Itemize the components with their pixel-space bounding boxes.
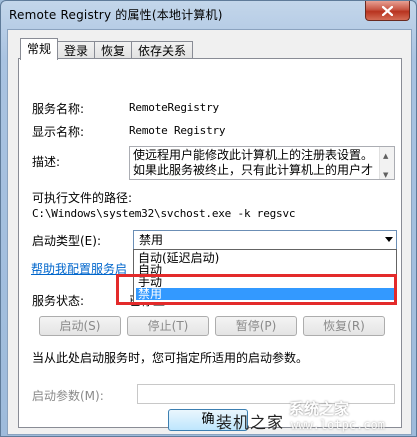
scroll-up-icon[interactable]: ▲ <box>383 149 388 164</box>
watermark-text-2: 系统之家 <box>289 400 350 418</box>
startup-type-value: 禁用 <box>139 233 164 247</box>
properties-window: Remote Registry 的属性(本地计算机) 常规 登录 恢复 依存关系… <box>0 0 417 437</box>
start-button[interactable]: 启动(S) <box>39 316 121 336</box>
startup-type-dropdown: 自动(延迟启动) 自动 手动 禁用 <box>133 249 397 303</box>
description-textbox[interactable]: 使远程用户能修改此计算机上的注册表设置。 如果此服务被终止，只有此计算机上的用户… <box>129 146 395 180</box>
description-line-2: 如果此服务被终止，只有此计算机上的用户才 <box>133 163 374 177</box>
window-title: Remote Registry 的属性(本地计算机) <box>9 8 223 22</box>
help-configure-link[interactable]: 帮助我配置服务启 <box>31 260 127 277</box>
watermark-text: 装机之家 <box>216 413 285 432</box>
exec-path-label: 可执行文件的路径: <box>32 191 133 205</box>
start-params-hint: 当从此处启动服务时，您可指定所适用的启动参数。 <box>32 351 309 365</box>
pause-button[interactable]: 暂停(P) <box>215 316 297 336</box>
general-panel: 服务名称: RemoteRegistry 显示名称: Remote Regist… <box>18 58 402 428</box>
resume-button[interactable]: 恢复(R) <box>303 316 385 336</box>
stop-button[interactable]: 停止(T) <box>127 316 209 336</box>
startup-type-label: 启动类型(E): <box>32 234 101 248</box>
close-icon <box>382 5 393 16</box>
dialog-body: 常规 登录 恢复 依存关系 服务名称: RemoteRegistry 显示名称:… <box>7 29 412 435</box>
close-button[interactable] <box>365 1 410 21</box>
chevron-down-icon[interactable] <box>385 237 393 242</box>
description-line-1: 使远程用户能修改此计算机上的注册表设置。 <box>133 148 374 162</box>
tab-general[interactable]: 常规 <box>20 38 59 60</box>
startup-type-select[interactable]: 禁用 <box>133 230 397 250</box>
display-name-label: 显示名称: <box>32 125 85 139</box>
tab-strip: 常规 登录 恢复 依存关系 <box>20 38 194 60</box>
option-disabled[interactable]: 禁用 <box>136 288 396 300</box>
service-name-label: 服务名称: <box>32 102 85 116</box>
description-label: 描述: <box>32 155 61 169</box>
service-status-label: 服务状态: <box>32 294 85 308</box>
exec-path-value: C:\Windows\system32\svchost.exe -k regsv… <box>32 207 296 220</box>
display-name-value: Remote Registry <box>129 124 226 137</box>
scroll-down-icon[interactable]: ▼ <box>383 168 388 179</box>
watermark-url: www.lotpc.com <box>291 418 385 432</box>
option-manual[interactable]: 手动 <box>136 276 396 288</box>
option-auto[interactable]: 自动 <box>136 264 396 276</box>
start-params-label: 启动参数(M): <box>32 389 104 403</box>
service-name-value: RemoteRegistry <box>129 101 219 114</box>
option-auto-delayed[interactable]: 自动(延迟启动) <box>136 252 396 264</box>
start-params-input[interactable] <box>137 384 395 404</box>
description-scrollbar[interactable]: ▲ ▼ <box>379 147 394 179</box>
